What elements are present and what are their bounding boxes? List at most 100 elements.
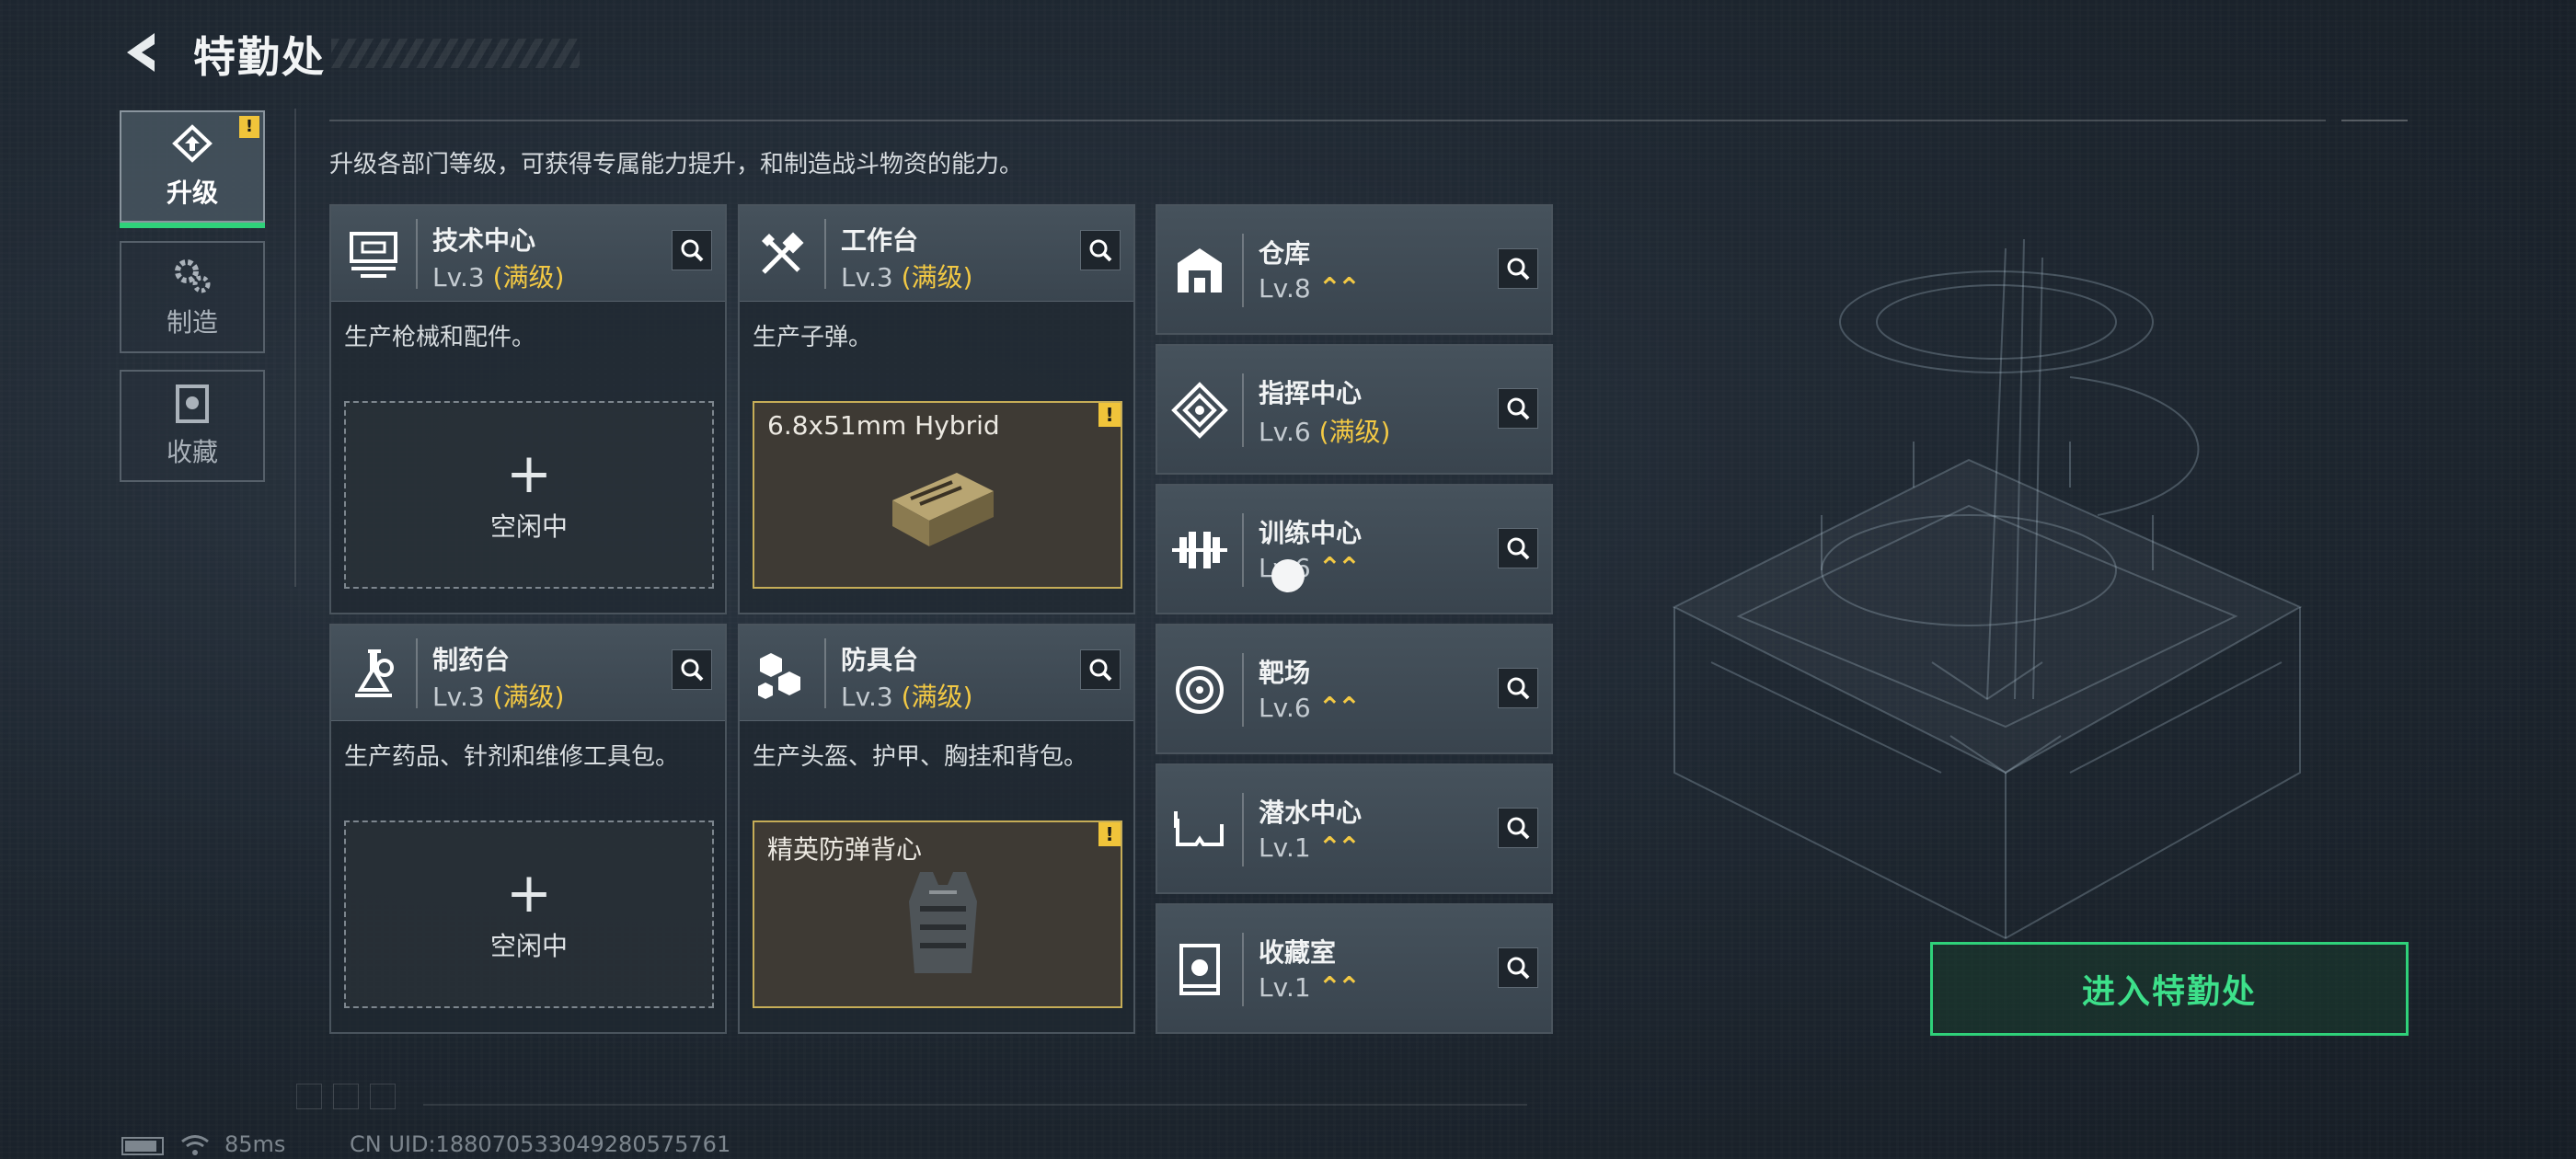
search-icon [1089, 239, 1112, 262]
facility-row-collection-room[interactable]: 收藏室 Lv.1 ⌃⌃ [1156, 903, 1553, 1034]
training-center-icon [1172, 532, 1227, 568]
card-divider [1242, 373, 1244, 447]
slot-status: 空闲中 [489, 931, 568, 961]
page-title: 特勤处 [193, 32, 326, 82]
title-decoration [331, 39, 580, 68]
search-icon [681, 659, 704, 682]
search-button[interactable] [672, 230, 712, 270]
max-level-tag: (满级) [901, 682, 973, 712]
plus-icon: + [505, 861, 553, 925]
wifi-icon [181, 1135, 209, 1155]
tab-collection[interactable]: 收藏 [120, 370, 265, 482]
facility-row-training-center[interactable]: 训练中心 Lv.6⌃⌃ [1156, 484, 1553, 614]
upgrade-available-icon: ⌃⌃ [1317, 552, 1361, 584]
gears-icon [175, 259, 211, 293]
search-button[interactable] [1498, 528, 1538, 568]
search-button[interactable] [1080, 230, 1121, 270]
top-divider-accent [2341, 120, 2408, 121]
shooting-range-icon [1176, 666, 1224, 714]
tab-collection-label: 收藏 [166, 437, 218, 467]
facility-card-armor-bench[interactable]: 防具台 Lv.3 (满级) 生产头盔、护甲、胸挂和背包。 精英防弹背心 ! [738, 624, 1135, 1034]
ammo-box-icon [892, 473, 994, 546]
decor-square [333, 1084, 359, 1109]
facility-level: Lv.3 (满级) [432, 682, 565, 712]
card-divider [416, 219, 418, 289]
search-button[interactable] [1498, 668, 1538, 708]
upgrade-available-icon: ⌃⌃ [1317, 971, 1361, 1004]
search-icon [1507, 397, 1530, 420]
facility-row-command-center[interactable]: 指挥中心 Lv.6 (满级) [1156, 344, 1553, 475]
search-button[interactable] [1080, 649, 1121, 690]
facility-card-pharmacy[interactable]: 制药台 Lv.3 (满级) 生产药品、针剂和维修工具包。 + 空闲中 [329, 624, 727, 1034]
search-button[interactable] [1498, 388, 1538, 429]
back-button[interactable] [118, 28, 167, 77]
tab-upgrade[interactable]: ! 升级 [120, 110, 265, 228]
facility-name: 工作台 [841, 225, 919, 256]
card-divider [1242, 513, 1244, 587]
card-header: 技术中心 Lv.3 (满级) [331, 206, 725, 302]
upgrade-available-icon: ⌃⌃ [1317, 272, 1361, 304]
search-button[interactable] [1498, 248, 1538, 289]
notification-badge: ! [239, 116, 259, 138]
search-icon [1507, 677, 1530, 700]
card-header: 工作台 Lv.3 (满级) [740, 206, 1133, 302]
back-chevron-icon [127, 33, 155, 72]
tab-craft-label: 制造 [166, 307, 218, 338]
facility-row-warehouse[interactable]: 仓库 Lv.8 ⌃⌃ [1156, 204, 1553, 335]
slot-status: 空闲中 [489, 511, 568, 542]
card-divider [1242, 234, 1244, 307]
produced-item-name: 6.8x51mm Hybrid [767, 410, 1000, 441]
bottom-divider [423, 1104, 1527, 1106]
facility-card-tech-center[interactable]: 技术中心 Lv.3 (满级) 生产枪械和配件。 + 空闲中 [329, 204, 727, 614]
max-level-tag: (满级) [1318, 417, 1391, 447]
base-schematic-illustration [1672, 238, 2303, 940]
produced-item-name: 精英防弹背心 [767, 834, 923, 865]
production-slot-active[interactable]: 6.8x51mm Hybrid ! [753, 401, 1122, 589]
max-level-tag: (满级) [492, 682, 565, 712]
collection-icon [176, 384, 209, 423]
card-divider [1242, 933, 1244, 1006]
facility-level: Lv.6 (满级) [1259, 417, 1391, 447]
search-icon [1507, 957, 1530, 980]
page-description: 升级各部门等级，可获得专属能力提升，和制造战斗物资的能力。 [329, 151, 1024, 178]
facility-name: 指挥中心 [1259, 378, 1363, 408]
top-divider [329, 120, 2326, 121]
decor-square [296, 1084, 322, 1109]
search-button[interactable] [1498, 947, 1538, 988]
ping-readout: 85ms [224, 1131, 286, 1157]
facility-name: 防具台 [841, 645, 919, 675]
tab-upgrade-label: 升级 [166, 178, 218, 208]
facility-level: Lv.1 ⌃⌃ [1259, 832, 1361, 864]
notification-badge: ! [1098, 822, 1121, 846]
facility-row-diving-center[interactable]: 潜水中心 Lv.1 ⌃⌃ [1156, 763, 1553, 894]
warehouse-icon [1178, 248, 1222, 293]
facility-level: Lv.3 (满级) [841, 262, 973, 293]
facility-card-workbench[interactable]: 工作台 Lv.3 (满级) 生产子弹。 6.8x51mm Hybrid ! [738, 204, 1135, 614]
battery-icon [121, 1137, 164, 1155]
production-slot-idle[interactable]: + 空闲中 [344, 820, 714, 1008]
facility-description: 生产枪械和配件。 [344, 324, 536, 351]
tab-craft[interactable]: 制造 [120, 241, 265, 353]
enter-special-ops-button[interactable]: 进入特勤处 [1930, 942, 2409, 1036]
search-button[interactable] [1498, 808, 1538, 848]
facility-name: 训练中心 [1259, 518, 1363, 548]
nav-divider [294, 109, 296, 587]
facility-level: Lv.1 ⌃⌃ [1259, 971, 1361, 1004]
search-icon [1507, 817, 1530, 840]
command-center-icon [1171, 382, 1228, 439]
upgrade-available-icon: ⌃⌃ [1317, 832, 1361, 864]
diving-center-icon [1174, 811, 1224, 846]
pharmacy-icon [355, 649, 394, 697]
collection-room-icon [1179, 944, 1220, 995]
plus-icon: + [505, 442, 553, 506]
production-slot-active[interactable]: 精英防弹背心 ! [753, 820, 1122, 1008]
tech-center-icon [350, 232, 397, 278]
production-slot-idle[interactable]: + 空闲中 [344, 401, 714, 589]
decor-square [370, 1084, 396, 1109]
facility-row-shooting-range[interactable]: 靶场 Lv.6 ⌃⌃ [1156, 624, 1553, 754]
card-divider [824, 638, 826, 708]
facility-level: Lv.3 (满级) [432, 262, 565, 293]
facility-name: 潜水中心 [1259, 798, 1363, 828]
facility-name: 靶场 [1259, 658, 1311, 688]
search-button[interactable] [672, 649, 712, 690]
